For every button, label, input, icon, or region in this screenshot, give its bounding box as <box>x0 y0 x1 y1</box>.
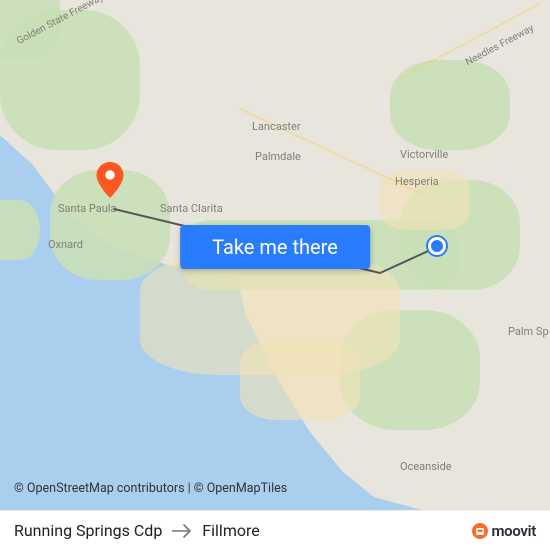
route-from-label: Running Springs Cdp <box>14 521 162 540</box>
moovit-logo-text: moovit <box>491 522 536 540</box>
arrow-right-icon <box>172 524 192 538</box>
map-attribution: © OpenStreetMap contributors | © OpenMap… <box>14 481 287 496</box>
marker-destination[interactable] <box>96 162 124 190</box>
terrain-green <box>0 200 40 260</box>
marker-origin[interactable] <box>428 237 446 255</box>
moovit-logo[interactable]: moovit <box>471 522 536 540</box>
map-area[interactable]: LancasterPalmdaleVictorvilleHesperiaSant… <box>0 0 550 510</box>
route-to-label: Fillmore <box>202 521 259 540</box>
moovit-logo-icon <box>471 522 489 540</box>
terrain-green <box>0 0 60 60</box>
footer-bar: Running Springs Cdp Fillmore moovit <box>0 510 550 550</box>
take-me-there-button[interactable]: Take me there <box>180 225 370 269</box>
urban-area <box>240 340 360 420</box>
